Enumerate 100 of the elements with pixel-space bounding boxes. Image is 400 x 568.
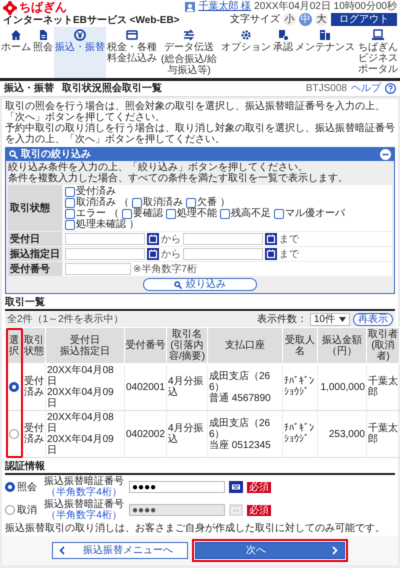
filter-header[interactable]: 取引の絞り込み xyxy=(6,148,394,161)
arrows-icon xyxy=(183,29,195,41)
bank-logo-text: ちばぎん xyxy=(19,1,67,15)
nav-tab[interactable]: 照会 xyxy=(32,27,54,78)
next-button[interactable]: 次へ xyxy=(195,542,345,559)
nav-tab[interactable]: ちばぎんビジネスポータル xyxy=(356,27,400,78)
checkbox-option[interactable]: マル優オーバ xyxy=(274,208,345,219)
cell-text: 普通 4567890 xyxy=(209,392,272,404)
cell-text: 20XX年04月09日 xyxy=(47,387,115,409)
column-label: 振込指定日 xyxy=(59,346,111,356)
help-icon[interactable] xyxy=(385,83,396,94)
form-label: 取引状態 xyxy=(8,185,62,231)
table-cell: 千葉太郎 xyxy=(366,410,400,458)
column-label: 受取人名 xyxy=(284,334,316,356)
column-label: 選択 xyxy=(8,334,20,356)
gear-icon xyxy=(240,29,252,41)
table-cell: ﾁﾊﾞｷﾞﾝｼｮｳｼﾞ xyxy=(282,410,318,458)
dropdown-caret-icon xyxy=(339,317,346,322)
nav-tab[interactable]: 振込・振替 xyxy=(54,27,106,78)
nav-tab[interactable]: オプション xyxy=(220,27,272,78)
column-label: 取引名 xyxy=(171,329,202,340)
form-label: 受付日 xyxy=(8,232,62,246)
column-label: 支払口座 xyxy=(224,340,266,351)
date-field[interactable] xyxy=(65,233,145,245)
checkbox-option[interactable]: 受付済み xyxy=(65,186,116,197)
checkbox-option[interactable]: 取消済み xyxy=(65,197,116,208)
table-cell: 1,000,000 xyxy=(318,364,366,410)
table-cell: 4月分振込 xyxy=(166,364,208,410)
range-text: まで xyxy=(279,234,299,244)
checkbox-option[interactable]: 処理不能 xyxy=(166,208,217,219)
date-field[interactable] xyxy=(65,248,145,260)
range-text: から xyxy=(161,248,181,260)
table-cell: 受付済み xyxy=(22,364,46,410)
card-icon xyxy=(126,29,138,41)
calendar-icon[interactable] xyxy=(147,233,159,245)
chevron-right-icon xyxy=(332,546,338,555)
nav-tab[interactable]: 承認 xyxy=(272,27,294,78)
result-count: 全2件（1～2件を表示中） xyxy=(7,314,124,325)
service-name: インターネットEBサービス <Web-EB> xyxy=(3,15,180,26)
font-size-label: 文字サイズ xyxy=(230,14,280,25)
checkbox-option[interactable]: 処理未確認 xyxy=(65,219,126,230)
page-size-select[interactable]: 10件 xyxy=(310,313,350,326)
checkbox-option[interactable]: エラー xyxy=(65,208,106,219)
yen-circle-icon xyxy=(74,29,86,41)
help-link[interactable]: ヘルプ xyxy=(351,83,381,94)
instruction-text: 取引の照会を行う場合は、照会対象の取引を選択し、振込振替暗証番号を入力の上、「次へ」ボタンを押してください。 xyxy=(5,101,385,123)
checkbox-option[interactable]: 取消済み xyxy=(132,197,183,208)
font-size-option[interactable]: 大 xyxy=(315,13,328,26)
screen-code: BTJS008 xyxy=(306,83,347,94)
calendar-icon[interactable] xyxy=(265,248,277,260)
nav-tab[interactable]: ホーム xyxy=(0,27,32,78)
checkbox-option[interactable]: 要確認 xyxy=(122,208,163,219)
cell-text: 当座 0512345 xyxy=(209,440,272,450)
home-icon xyxy=(10,29,22,41)
radio-option[interactable]: 照会 xyxy=(5,482,39,492)
column-label: (取消者) xyxy=(370,340,396,362)
pin-field[interactable]: ●●●● xyxy=(129,481,225,493)
nav-tab[interactable]: メンテナンス xyxy=(294,27,356,78)
page-title: 取引状況照会取引一覧 xyxy=(62,83,162,94)
checkbox-option[interactable]: 残高不足 xyxy=(220,208,271,219)
nav-tab[interactable]: 税金・各種料金払込み xyxy=(106,27,158,78)
calendar-icon[interactable] xyxy=(265,233,277,245)
required-badge: 必須 xyxy=(247,504,271,516)
field-hint: （半角数字4桁） xyxy=(46,487,122,498)
table-cell: 0402001 xyxy=(124,364,166,410)
logout-button[interactable]: ログアウト xyxy=(331,13,397,26)
nav-tab[interactable]: データ伝送 (総合振込/給与振込等) xyxy=(158,27,220,78)
range-text: から xyxy=(161,234,181,244)
filter-instruction: 絞り込み条件を入力の上、「絞り込み」ボタンを押してください。 xyxy=(8,162,309,173)
instruction-text: 予約中取引の取り消しを行う場合は、取り消し対象の取引を選択し、振込振替暗証番号を入力の上、「次へ」ボタンを押してください。 xyxy=(5,123,395,145)
column-label: 取引者 xyxy=(367,329,399,340)
calendar-icon[interactable] xyxy=(147,248,159,260)
table-cell: 0402002 xyxy=(124,410,166,458)
date-field[interactable] xyxy=(183,248,263,260)
field-label: 振込振替暗証番号 xyxy=(44,476,124,487)
note-text: 振込振替取引の取り消しは、お客さまご自身が作成した取引に対してのみ可能です。 xyxy=(5,523,386,534)
laptop-icon xyxy=(372,29,384,41)
font-size-option[interactable]: 小 xyxy=(283,13,296,26)
radio-button[interactable] xyxy=(8,428,19,439)
cell-text: 20XX年04月08日 xyxy=(47,412,115,434)
keyboard-icon[interactable] xyxy=(229,481,243,493)
filter-button[interactable]: 絞り込み xyxy=(143,278,257,291)
date-field[interactable] xyxy=(183,233,263,245)
checkbox-option[interactable]: 欠番 xyxy=(186,197,217,208)
table-cell: 4月分振込 xyxy=(166,410,208,458)
column-label: 受付番号 xyxy=(125,340,166,351)
parenthesis: ） xyxy=(129,219,139,230)
field-label: 振込振替暗証番号 xyxy=(44,499,124,510)
section-title: 振込・振替 xyxy=(4,83,54,94)
parenthesis: （ xyxy=(109,208,119,219)
back-button[interactable]: 振込振替メニューへ xyxy=(52,542,188,559)
refresh-button[interactable]: 再表示 xyxy=(353,313,393,326)
collapse-icon[interactable] xyxy=(380,149,391,160)
number-field[interactable] xyxy=(65,263,131,275)
radio-button[interactable] xyxy=(8,382,19,392)
section-heading: 認証情報 xyxy=(5,461,395,475)
parenthesis: ） xyxy=(220,197,230,208)
search-icon xyxy=(174,280,182,288)
user-name-link[interactable]: 千葉太郎 様 xyxy=(198,1,252,12)
login-datetime: 20XX年04月02日 10時00分00秒 xyxy=(254,1,397,12)
